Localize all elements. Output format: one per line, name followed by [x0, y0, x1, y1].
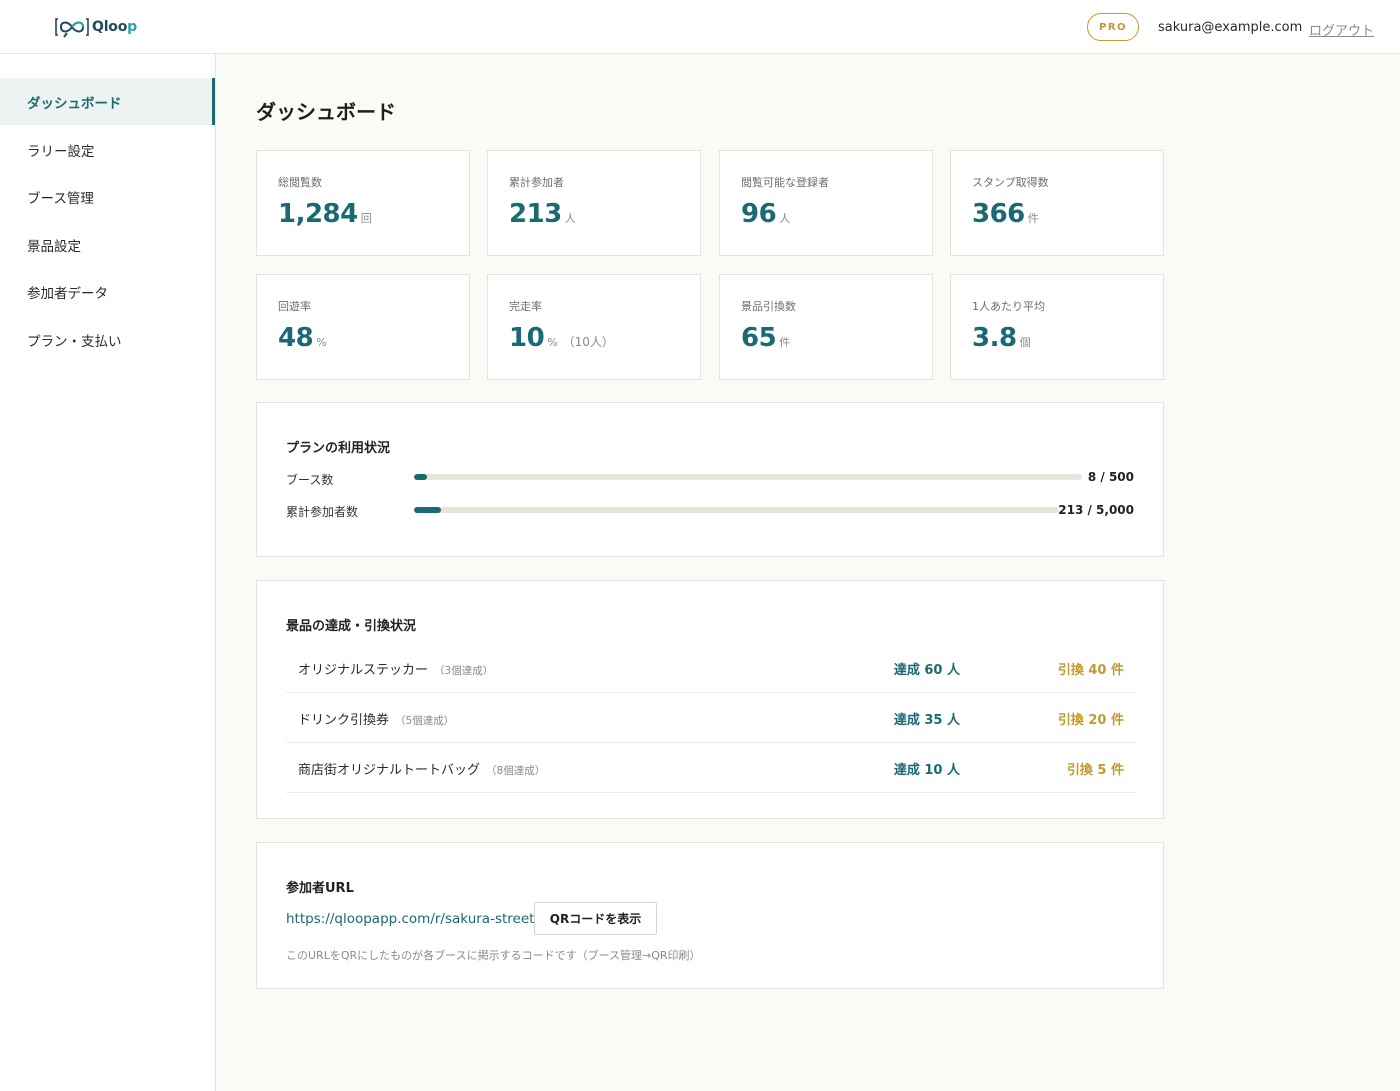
plan-usage-card: プランの利用状況 ブース数 8 / 500 累計参加者数 213 / 5,000	[256, 402, 1164, 557]
prize-exchanged: 引換 5 件	[1066, 763, 1124, 778]
sidebar-item-rally-settings[interactable]: ラリー設定	[0, 126, 215, 173]
prize-exchanged: 引換 40 件	[1057, 663, 1124, 678]
stat-card-average-per-person: 1人あたり平均 3.8 個	[950, 274, 1164, 380]
prize-name: オリジナルステッカー （3個達成）	[298, 663, 494, 678]
prize-requirement: （5個達成）	[395, 715, 455, 727]
logo-mark-icon	[55, 18, 89, 38]
plan-badge: PRO	[1087, 13, 1139, 41]
stat-value: 96	[741, 199, 777, 229]
logo-text: Qloop	[92, 19, 137, 35]
usage-bar-fill	[414, 474, 427, 480]
stat-card-total-views: 総閲覧数 1,284 回	[256, 150, 470, 256]
show-qr-button[interactable]: QRコードを表示	[534, 902, 657, 935]
usage-count-participants: 213 / 5,000	[1058, 503, 1134, 517]
prize-achieved: 達成 10 人	[893, 763, 960, 778]
usage-label-booths: ブース数	[286, 473, 334, 487]
usage-bar-participants	[414, 507, 1059, 513]
plan-usage-title: プランの利用状況	[286, 441, 391, 456]
prize-achieved: 達成 35 人	[893, 713, 960, 728]
stat-card-total-participants: 累計参加者 213 人	[487, 150, 701, 256]
stat-card-circulation-rate: 回遊率 48%	[256, 274, 470, 380]
stat-value: 1,284	[278, 199, 358, 229]
usage-bar-fill	[414, 507, 442, 513]
stat-label: 総閲覧数	[278, 176, 322, 189]
stat-unit: 件	[1027, 212, 1039, 225]
stat-label: 回遊率	[278, 300, 311, 313]
stat-card-prize-exchanges: 景品引換数 65 件	[719, 274, 933, 380]
stat-value: 48	[278, 323, 314, 353]
sidebar-item-participant-data[interactable]: 参加者データ	[0, 268, 215, 315]
stat-label: 景品引換数	[741, 300, 796, 313]
table-row: ドリンク引換券 （5個達成） 達成 35 人 引換 20 件	[286, 693, 1137, 743]
usage-count-booths: 8 / 500	[1087, 470, 1134, 484]
table-row: 商店街オリジナルトートバッグ （8個達成） 達成 10 人 引換 5 件	[286, 743, 1137, 793]
stat-unit: 回	[360, 212, 372, 225]
stat-unit: %	[547, 336, 558, 349]
stat-label: 完走率	[509, 300, 542, 313]
usage-label-participants: 累計参加者数	[286, 505, 359, 519]
sidebar: ダッシュボード ラリー設定 ブース管理 景品設定 参加者データ プラン・支払い	[0, 54, 216, 1091]
participant-url-title: 参加者URL	[286, 881, 354, 896]
stat-unit: 人	[564, 212, 576, 225]
stat-card-stamps-acquired: スタンプ取得数 366 件	[950, 150, 1164, 256]
stat-value: 213	[509, 199, 562, 229]
sidebar-item-dashboard[interactable]: ダッシュボード	[0, 78, 215, 125]
stat-value: 10	[509, 323, 545, 353]
stat-value: 65	[741, 323, 777, 353]
stat-card-viewable-registrants: 閲覧可能な登録者 96 人	[719, 150, 933, 256]
prize-requirement: （3個達成）	[434, 665, 494, 677]
stat-sub: （10人）	[562, 335, 614, 349]
table-row: オリジナルステッカー （3個達成） 達成 60 人 引換 40 件	[286, 643, 1137, 693]
stat-unit: 人	[779, 212, 791, 225]
sidebar-item-booth-management[interactable]: ブース管理	[0, 173, 215, 220]
logo[interactable]: Qloop	[55, 15, 137, 39]
participant-url-link[interactable]: https://qloopapp.com/r/sakura-street	[286, 911, 534, 927]
stat-unit: %	[316, 336, 327, 349]
prize-name: 商店街オリジナルトートバッグ （8個達成）	[298, 763, 546, 778]
stat-label: 閲覧可能な登録者	[741, 176, 829, 189]
prize-achieved: 達成 60 人	[893, 663, 960, 678]
stat-card-completion-rate: 完走率 10% （10人）	[487, 274, 701, 380]
user-email: sakura@example.com	[1158, 20, 1303, 35]
stat-unit: 件	[779, 336, 791, 349]
sidebar-item-prize-settings[interactable]: 景品設定	[0, 221, 215, 268]
participant-url-note: このURLをQRにしたものが各ブースに掲示するコードです（ブース管理→QR印刷）	[286, 949, 701, 962]
prize-exchanged: 引換 20 件	[1057, 713, 1124, 728]
stat-unit: 個	[1019, 336, 1031, 349]
prize-name: ドリンク引換券 （5個達成）	[298, 713, 455, 728]
logout-link[interactable]: ログアウト	[1309, 20, 1374, 39]
stat-label: スタンプ取得数	[972, 176, 1049, 189]
stat-value: 366	[972, 199, 1025, 229]
stat-value: 3.8	[972, 323, 1017, 353]
usage-bar-booths	[414, 474, 1082, 480]
prize-requirement: （8個達成）	[486, 765, 546, 777]
top-header: Qloop PRO sakura@example.com ログアウト	[0, 0, 1400, 54]
stat-label: 1人あたり平均	[972, 300, 1045, 313]
sidebar-item-plan-billing[interactable]: プラン・支払い	[0, 316, 215, 363]
stat-label: 累計参加者	[509, 176, 564, 189]
page-title: ダッシュボード	[256, 100, 396, 124]
prize-status-title: 景品の達成・引換状況	[286, 619, 417, 634]
prize-status-card: 景品の達成・引換状況 オリジナルステッカー （3個達成） 達成 60 人 引換 4…	[256, 580, 1164, 819]
participant-url-card: 参加者URL https://qloopapp.com/r/sakura-str…	[256, 842, 1164, 989]
